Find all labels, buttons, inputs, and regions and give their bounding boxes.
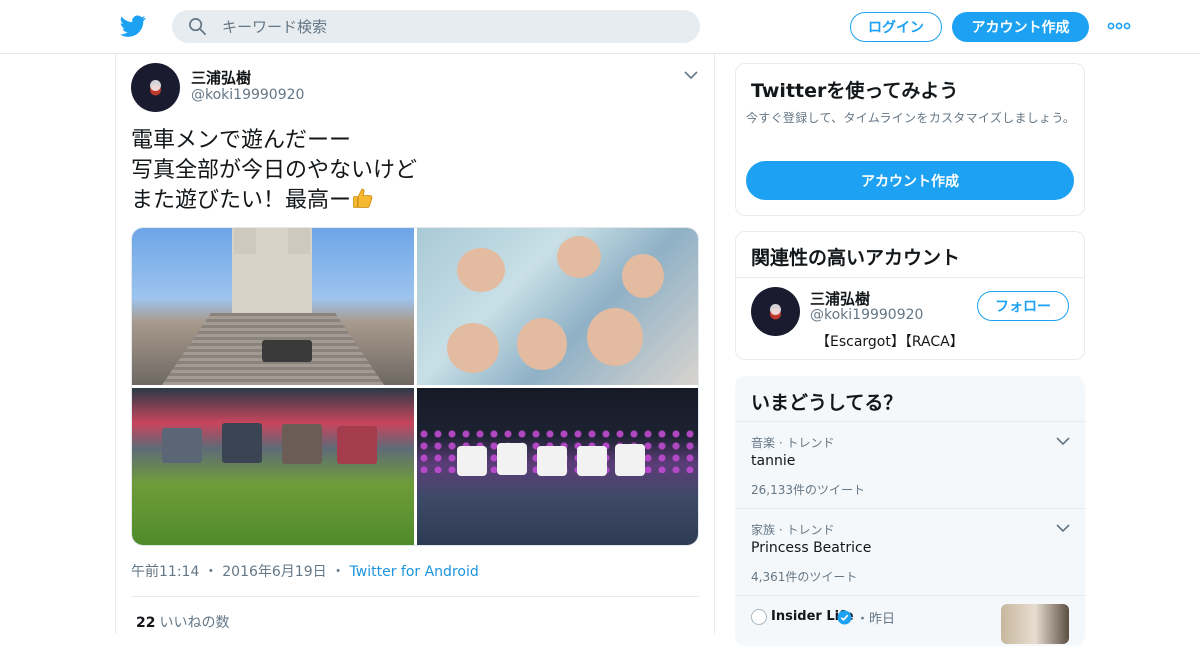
person-shape [457,446,487,476]
separator-dot: ・ [203,564,218,580]
photo-group-selfie[interactable] [417,228,698,385]
tweet-text-line: また遊びたい！最高ー [131,188,352,213]
twitter-bird-icon[interactable] [120,13,146,39]
trend-count: 4,361件のツイート [751,570,858,584]
group-silhouette [262,340,312,362]
divider [131,596,699,597]
trend-name[interactable]: tannie [751,453,795,469]
more-dots-icon[interactable] [1106,19,1132,33]
signup-card: Twitterを使ってみよう 今すぐ登録して、タイムラインをカスタマイズしましょ… [735,63,1085,216]
face-shape [447,323,499,373]
person-shape [222,423,262,463]
chevron-down-icon[interactable] [1056,523,1070,533]
related-card-title: 関連性の高いアカウント [751,247,961,269]
tweet-metadata: 午前11:14 ・ 2016年6月19日 ・ Twitter for Andro… [131,561,479,581]
trend-count: 26,133件のツイート [751,483,865,497]
face-shape [557,236,601,278]
news-thumbnail[interactable] [1001,604,1069,644]
photo-church-stairs[interactable] [132,228,414,385]
face-shape [587,308,643,366]
follow-button[interactable]: フォロー [977,291,1069,321]
likes-count: 22 [136,615,156,631]
related-account-bio: 【Escargot】【RACA】 [816,334,964,350]
tweet-date[interactable]: 2016年6月19日 [222,564,326,580]
face-shape [457,248,505,292]
tweet-detail: 三浦弘樹 @koki19990920 電車メンで遊んだーー 写真全部が今日のやな… [115,54,715,634]
news-time: ・昨日 [856,608,895,627]
related-accounts-card: 関連性の高いアカウント 三浦弘樹 @koki19990920 【Escargot… [735,231,1085,360]
separator-dot: ・ [856,612,870,627]
signup-button[interactable]: アカウント作成 [952,12,1089,42]
author-handle[interactable]: @koki19990920 [191,87,304,103]
tweet-text: 電車メンで遊んだーー 写真全部が今日のやないけど また遊びたい！最高ー [131,126,701,216]
photo-crouching-on-grass[interactable] [132,388,414,545]
verified-badge-icon [837,610,852,625]
trend-context: 音楽 · トレンド [751,436,835,450]
news-time-text: 昨日 [869,612,896,627]
search-input[interactable] [222,10,682,43]
related-account-name[interactable]: 三浦弘樹 [810,288,870,309]
separator-dot: ・ [331,564,346,580]
person-shape [497,443,527,475]
person-shape [337,426,377,464]
trend-context: 家族 · トレンド [751,523,835,537]
trend-name[interactable]: Princess Beatrice [751,540,871,556]
person-shape [577,446,607,476]
tweet-text-line: 電車メンで遊んだーー [131,128,352,153]
avatar[interactable] [751,287,800,336]
person-shape [615,444,645,476]
photo-night-group[interactable] [417,388,698,545]
tweet-text-line: 写真全部が今日のやないけど [131,158,418,183]
signup-card-title: Twitterを使ってみよう [751,80,959,102]
search-icon [189,18,206,35]
tweet-source-link[interactable]: Twitter for Android [350,564,479,580]
trends-card: いまどうしてる？ 音楽 · トレンド tannie 26,133件のツイート 家… [735,376,1086,646]
trend-item[interactable]: 音楽 · トレンド tannie 26,133件のツイート [736,421,1086,508]
news-item[interactable]: Insider Life ・昨日 [736,595,1086,655]
search-box[interactable] [172,10,700,43]
church-tower [288,228,310,254]
author-name[interactable]: 三浦弘樹 [191,67,251,88]
signup-card-button[interactable]: アカウント作成 [746,161,1074,200]
chevron-down-icon[interactable] [684,70,698,80]
divider [736,277,1084,278]
login-button[interactable]: ログイン [850,12,942,42]
face-shape [517,318,567,370]
tweet-time[interactable]: 午前11:14 [131,564,199,580]
chevron-down-icon[interactable] [1056,436,1070,446]
church-tower [234,228,256,254]
person-shape [537,446,567,476]
face-shape [622,254,664,298]
person-shape [282,424,322,464]
avatar[interactable] [131,63,180,112]
news-source-icon [751,609,767,625]
top-navigation-bar: ログイン アカウント作成 [0,0,1200,54]
thumbs-up-icon [353,188,373,208]
related-account-handle[interactable]: @koki19990920 [810,307,923,323]
person-shape [162,428,202,463]
likes-stat[interactable]: 22 いいねの数 [136,612,229,632]
photo-grid [131,227,699,546]
trend-item[interactable]: 家族 · トレンド Princess Beatrice 4,361件のツイート [736,508,1086,595]
signup-card-description: 今すぐ登録して、タイムラインをカスタマイズしましょう。 [746,111,1076,125]
likes-label: いいねの数 [159,615,230,631]
trends-card-title: いまどうしてる？ [751,392,903,414]
